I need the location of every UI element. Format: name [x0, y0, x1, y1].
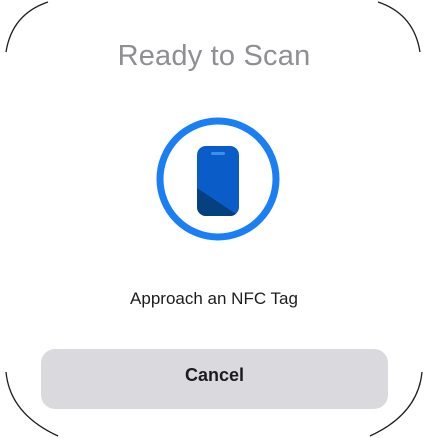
- nfc-scan-sheet: Ready to Scan Approach an NFC Tag Cancel: [0, 0, 428, 438]
- nfc-phone-icon: [153, 114, 283, 244]
- cancel-button[interactable]: Cancel: [41, 349, 388, 409]
- cancel-button-label: Cancel: [184, 365, 245, 385]
- sheet-title: Ready to Scan: [117, 40, 311, 72]
- nfc-instruction-text: Approach an NFC Tag: [130, 289, 298, 308]
